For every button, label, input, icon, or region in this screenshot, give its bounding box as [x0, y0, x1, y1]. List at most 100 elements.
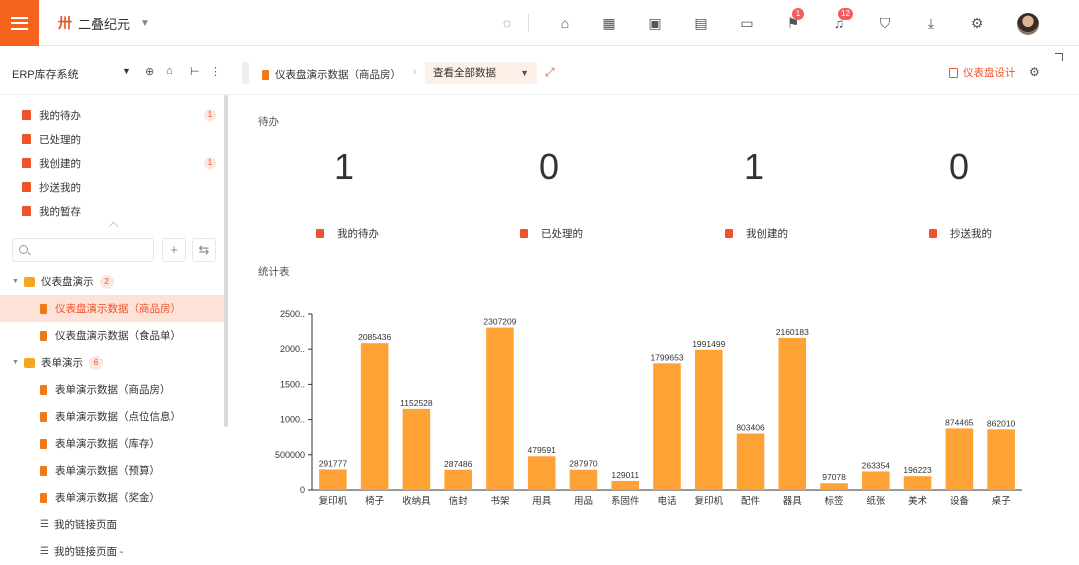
- stat-label-processed[interactable]: 已处理的: [520, 226, 583, 241]
- stat-label-created[interactable]: 我创建的: [725, 226, 788, 241]
- stat-value-todo[interactable]: 1: [314, 146, 374, 188]
- home-icon[interactable]: ⌂: [166, 65, 173, 77]
- home-icon[interactable]: ⌂: [556, 14, 574, 32]
- bar: [778, 337, 807, 490]
- divider: [528, 14, 529, 32]
- data-label: 1991499: [692, 339, 725, 349]
- created-icon: [725, 229, 733, 238]
- stat-value-created[interactable]: 1: [724, 146, 784, 188]
- tree-item-form-location[interactable]: 表单演示数据（点位信息）: [0, 403, 224, 430]
- bell-badge: 12: [838, 8, 853, 20]
- bell-icon[interactable]: ♫ 12: [830, 8, 853, 32]
- quick-item-label: 已处理的: [39, 133, 81, 146]
- system-switcher[interactable]: ERP库存系统 ▼ ⊕ ⌂ ⊢ ⋮: [0, 47, 232, 95]
- bar: [862, 471, 890, 490]
- form-icon: [40, 384, 47, 395]
- flag-icon[interactable]: ⚑ 1: [784, 8, 804, 32]
- breadcrumb[interactable]: 仪表盘演示数据（商品房）: [262, 67, 401, 82]
- bar: [987, 429, 1015, 490]
- data-label: 287970: [569, 459, 598, 469]
- sidebar-toggle-handle[interactable]: [242, 62, 249, 84]
- draft-icon: [22, 206, 31, 216]
- app-grid-icon[interactable]: ▦: [600, 14, 618, 32]
- data-label: 291777: [319, 458, 348, 468]
- collapse-icon[interactable]: ⊢: [190, 65, 200, 78]
- stat-label-text: 我的待办: [337, 228, 379, 240]
- data-label: 874465: [945, 417, 974, 427]
- window-icon[interactable]: ▭: [738, 14, 756, 32]
- tree-item-form-budget[interactable]: 表单演示数据（预算）: [0, 457, 224, 484]
- count-badge: 2: [99, 274, 114, 289]
- tree-item-label: 表单演示数据（预算）: [55, 465, 160, 477]
- fullscreen-icon[interactable]: ⤢: [545, 65, 555, 80]
- sidebar-scrollbar[interactable]: [224, 95, 228, 427]
- chevron-up-icon[interactable]: [108, 221, 119, 232]
- todo-icon: [316, 229, 324, 238]
- tree-group-forms[interactable]: ▼ 表单演示 6: [0, 349, 224, 376]
- chart-icon[interactable]: ▤: [692, 14, 710, 32]
- tree-item-label: 表单演示数据（奖金）: [55, 492, 160, 504]
- search-input[interactable]: [13, 239, 153, 261]
- quick-list: 我的待办 1 已处理的 我创建的 1 抄送我的 我的暂存: [0, 103, 224, 223]
- more-icon[interactable]: ⋮: [210, 65, 221, 78]
- data-label: 1799653: [650, 352, 683, 362]
- tree-item-dashboard-food[interactable]: 仪表盘演示数据（食品单）: [0, 322, 224, 349]
- x-tick-label: 书架: [490, 496, 510, 507]
- x-tick-label: 信封: [449, 495, 469, 507]
- settings-icon[interactable]: ⚙: [968, 14, 986, 32]
- breadcrumb-label: 仪表盘演示数据（商品房）: [275, 69, 401, 81]
- refresh-icon[interactable]: ◌: [498, 14, 516, 32]
- tree-group-dashboard[interactable]: ▼ 仪表盘演示 2: [0, 268, 224, 295]
- form-icon: [40, 465, 47, 476]
- data-label: 287486: [444, 459, 473, 469]
- quick-item-created[interactable]: 我创建的 1: [0, 151, 224, 175]
- menu-button[interactable]: [0, 0, 39, 46]
- quick-item-cc[interactable]: 抄送我的: [0, 175, 224, 199]
- brand[interactable]: 卅 二叠纪元 ▼: [58, 13, 150, 33]
- chevron-down-icon: ▼: [12, 359, 19, 366]
- gear-icon[interactable]: ⚙: [1029, 65, 1040, 79]
- swap-button[interactable]: ⇆: [192, 238, 216, 262]
- add-button[interactable]: +: [162, 238, 186, 262]
- stat-label-cc[interactable]: 抄送我的: [929, 226, 992, 241]
- quick-item-processed[interactable]: 已处理的: [0, 127, 224, 151]
- data-label: 129011: [611, 470, 639, 480]
- tree-item-link-page-2[interactable]: ☰ 我的链接页面 -: [0, 538, 224, 565]
- corner-icon[interactable]: [1055, 53, 1063, 61]
- x-tick-label: 椅子: [365, 495, 385, 507]
- tree-item-dashboard-housing[interactable]: 仪表盘演示数据（商品房）: [0, 295, 224, 322]
- x-tick-label: 美术: [908, 495, 928, 507]
- avatar[interactable]: [1017, 13, 1039, 35]
- y-tick-label: 0: [300, 485, 305, 495]
- stat-label-text: 我创建的: [746, 228, 788, 240]
- tree-item-link-page[interactable]: ☰ 我的链接页面: [0, 511, 224, 538]
- count-badge: 1: [204, 109, 216, 121]
- stat-label-todo[interactable]: 我的待办: [316, 226, 379, 241]
- chevron-down-icon[interactable]: ▼: [122, 66, 131, 76]
- form-icon: [40, 438, 47, 449]
- x-tick-label: 收纳具: [402, 495, 431, 507]
- x-tick-label: 器具: [783, 496, 803, 507]
- quick-item-todo[interactable]: 我的待办 1: [0, 103, 224, 127]
- x-tick-label: 标签: [825, 495, 845, 507]
- chevron-right-icon: ›: [413, 66, 417, 78]
- add-circle-icon[interactable]: ⊕: [145, 65, 154, 78]
- shirt-icon[interactable]: ⛉: [876, 14, 894, 32]
- bar: [360, 343, 389, 490]
- dashboard-design-button[interactable]: 仪表盘设计: [949, 65, 1016, 80]
- tree-item-form-housing[interactable]: 表单演示数据（商品房）: [0, 376, 224, 403]
- view-select[interactable]: 查看全部数据 ▼: [425, 62, 537, 84]
- x-tick-label: 系固件: [611, 495, 640, 507]
- quick-item-draft[interactable]: 我的暂存: [0, 199, 224, 223]
- image-icon[interactable]: ▣: [646, 14, 664, 32]
- download-icon[interactable]: ⤓: [922, 14, 940, 32]
- nav-tree: ▼ 仪表盘演示 2 仪表盘演示数据（商品房） 仪表盘演示数据（食品单） ▼ 表单演示 6…: [0, 268, 224, 565]
- y-tick-label: 1000..: [280, 415, 305, 425]
- stat-value-processed[interactable]: 0: [519, 146, 579, 188]
- tree-item-form-inventory[interactable]: 表单演示数据（库存）: [0, 430, 224, 457]
- form-icon: [262, 69, 269, 80]
- tree-item-form-bonus[interactable]: 表单演示数据（奖金）: [0, 484, 224, 511]
- stat-value-cc[interactable]: 0: [929, 146, 989, 188]
- designer-label: 仪表盘设计: [963, 67, 1016, 79]
- y-tick-label: 2000..: [280, 344, 305, 354]
